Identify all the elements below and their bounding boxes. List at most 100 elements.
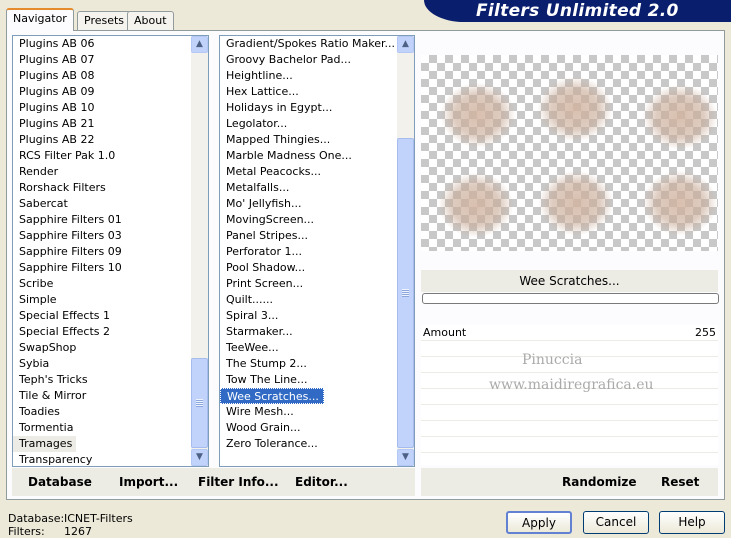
list-item[interactable]: Marble Madness One... bbox=[220, 148, 397, 164]
filter-list[interactable]: Gradient/Spokes Ratio Maker... Groovy Bac… bbox=[219, 35, 415, 467]
list-item[interactable]: Plugins AB 21 bbox=[13, 116, 191, 132]
list-item-label: Hex Lattice... bbox=[226, 85, 299, 98]
list-item[interactable]: Scribe bbox=[13, 276, 191, 292]
list-item[interactable]: Mapped Thingies... bbox=[220, 132, 397, 148]
list-item[interactable]: Simple bbox=[13, 292, 191, 308]
list-item-label: Gradient/Spokes Ratio Maker... bbox=[226, 37, 395, 50]
list-item[interactable]: Groovy Bachelor Pad... bbox=[220, 52, 397, 68]
list-item-label: Wee Scratches... bbox=[220, 388, 324, 404]
list-item-label: Sapphire Filters 10 bbox=[19, 261, 122, 274]
parameter-list: Amount 255 bbox=[421, 325, 718, 465]
list-item[interactable]: MovingScreen... bbox=[220, 212, 397, 228]
list-item-label: Metalfalls... bbox=[226, 181, 290, 194]
list-item[interactable]: Spiral 3... bbox=[220, 308, 397, 324]
list-item-label: Render bbox=[19, 165, 59, 178]
app-banner: Filters Unlimited 2.0 bbox=[424, 0, 731, 22]
list-item[interactable]: Metalfalls... bbox=[220, 180, 397, 196]
list-item[interactable]: Sybia bbox=[13, 356, 191, 372]
list-item[interactable]: Gradient/Spokes Ratio Maker... bbox=[220, 36, 397, 52]
list-item[interactable]: Transparency bbox=[13, 452, 191, 466]
list-item-label: Scribe bbox=[19, 277, 54, 290]
list-item[interactable]: Teph's Tricks bbox=[13, 372, 191, 388]
list-item[interactable]: TeeWee... bbox=[220, 340, 397, 356]
list-item[interactable]: Metal Peacocks... bbox=[220, 164, 397, 180]
randomize-button[interactable]: Randomize bbox=[562, 468, 636, 496]
tab-about[interactable]: About bbox=[127, 11, 174, 30]
scroll-down-icon[interactable]: ▼ bbox=[191, 449, 208, 466]
tab-presets[interactable]: Presets bbox=[77, 11, 132, 30]
list-item[interactable]: Pool Shadow... bbox=[220, 260, 397, 276]
param-row-empty bbox=[421, 437, 718, 453]
category-scrollbar[interactable]: ▲ ▼ bbox=[191, 36, 208, 466]
list-item[interactable]: Plugins AB 08 bbox=[13, 68, 191, 84]
list-item[interactable]: Wire Mesh... bbox=[220, 404, 397, 420]
cancel-button[interactable]: Cancel bbox=[583, 511, 649, 534]
filter-scrollbar[interactable]: ▲ ▼ bbox=[397, 36, 414, 466]
list-item[interactable]: Quilt...... bbox=[220, 292, 397, 308]
param-value[interactable]: 255 bbox=[695, 325, 716, 340]
help-button[interactable]: Help bbox=[659, 511, 725, 534]
database-button[interactable]: Database bbox=[28, 468, 92, 496]
list-item[interactable]: Sapphire Filters 03 bbox=[13, 228, 191, 244]
list-item-label: Perforator 1... bbox=[226, 245, 302, 258]
list-item[interactable]: Special Effects 2 bbox=[13, 324, 191, 340]
filter-info-button[interactable]: Filter Info... bbox=[198, 468, 279, 496]
list-item-label: Wire Mesh... bbox=[226, 405, 294, 418]
preview-blob bbox=[643, 171, 717, 235]
list-item[interactable]: Toadies bbox=[13, 404, 191, 420]
list-item-label: Plugins AB 21 bbox=[19, 117, 95, 130]
list-item[interactable]: Plugins AB 09 bbox=[13, 84, 191, 100]
list-item[interactable]: Plugins AB 10 bbox=[13, 100, 191, 116]
list-item[interactable]: Heightline... bbox=[220, 68, 397, 84]
list-item[interactable]: Special Effects 1 bbox=[13, 308, 191, 324]
scroll-down-icon[interactable]: ▼ bbox=[397, 449, 414, 466]
category-list[interactable]: Plugins AB 06 Plugins AB 07 Plugins AB 08 P… bbox=[12, 35, 209, 467]
list-item[interactable]: Tile & Mirror bbox=[13, 388, 191, 404]
list-item[interactable]: Sapphire Filters 09 bbox=[13, 244, 191, 260]
tab-navigator[interactable]: Navigator bbox=[6, 8, 74, 31]
list-item[interactable]: Holidays in Egypt... bbox=[220, 100, 397, 116]
editor-button[interactable]: Editor... bbox=[295, 468, 348, 496]
list-item[interactable]: Wee Scratches... bbox=[220, 388, 397, 404]
list-item[interactable]: Tormentia bbox=[13, 420, 191, 436]
filter-scroll-thumb[interactable] bbox=[397, 138, 414, 448]
list-item[interactable]: The Stump 2... bbox=[220, 356, 397, 372]
list-item[interactable]: Rorshack Filters bbox=[13, 180, 191, 196]
import-button[interactable]: Import... bbox=[119, 468, 178, 496]
list-item-label: Marble Madness One... bbox=[226, 149, 352, 162]
list-item[interactable]: Mo' Jellyfish... bbox=[220, 196, 397, 212]
list-item[interactable]: Plugins AB 07 bbox=[13, 52, 191, 68]
list-item[interactable]: Plugins AB 06 bbox=[13, 36, 191, 52]
list-item[interactable]: Perforator 1... bbox=[220, 244, 397, 260]
list-item[interactable]: Wood Grain... bbox=[220, 420, 397, 436]
list-item[interactable]: RCS Filter Pak 1.0 bbox=[13, 148, 191, 164]
scroll-up-icon[interactable]: ▲ bbox=[397, 36, 414, 53]
list-item[interactable]: Zero Tolerance... bbox=[220, 436, 397, 452]
preview-image[interactable] bbox=[421, 55, 718, 251]
list-item[interactable]: Plugins AB 22 bbox=[13, 132, 191, 148]
list-item[interactable]: SwapShop bbox=[13, 340, 191, 356]
list-item-label: Plugins AB 07 bbox=[19, 53, 95, 66]
list-item-label: RCS Filter Pak 1.0 bbox=[19, 149, 116, 162]
reset-button[interactable]: Reset bbox=[661, 468, 699, 496]
list-item[interactable]: Hex Lattice... bbox=[220, 84, 397, 100]
progress-bar bbox=[422, 293, 719, 304]
list-item[interactable]: Sapphire Filters 10 bbox=[13, 260, 191, 276]
list-item[interactable]: Render bbox=[13, 164, 191, 180]
list-item[interactable]: Sapphire Filters 01 bbox=[13, 212, 191, 228]
right-action-bar: Randomize Reset bbox=[421, 468, 718, 496]
list-item[interactable]: Print Screen... bbox=[220, 276, 397, 292]
list-item[interactable]: Tow The Line... bbox=[220, 372, 397, 388]
list-item-label: Sybia bbox=[19, 357, 50, 370]
list-item[interactable]: Starmaker... bbox=[220, 324, 397, 340]
list-item-label: Tile & Mirror bbox=[19, 389, 87, 402]
param-row-amount[interactable]: Amount 255 bbox=[421, 325, 718, 341]
scroll-up-icon[interactable]: ▲ bbox=[191, 36, 208, 53]
apply-button[interactable]: Apply bbox=[506, 511, 572, 534]
list-item[interactable]: Tramages bbox=[13, 436, 191, 452]
list-item[interactable]: Legolator... bbox=[220, 116, 397, 132]
list-item-label: Quilt...... bbox=[226, 293, 274, 306]
list-item[interactable]: Panel Stripes... bbox=[220, 228, 397, 244]
list-item[interactable]: Sabercat bbox=[13, 196, 191, 212]
category-scroll-thumb[interactable] bbox=[191, 358, 208, 448]
